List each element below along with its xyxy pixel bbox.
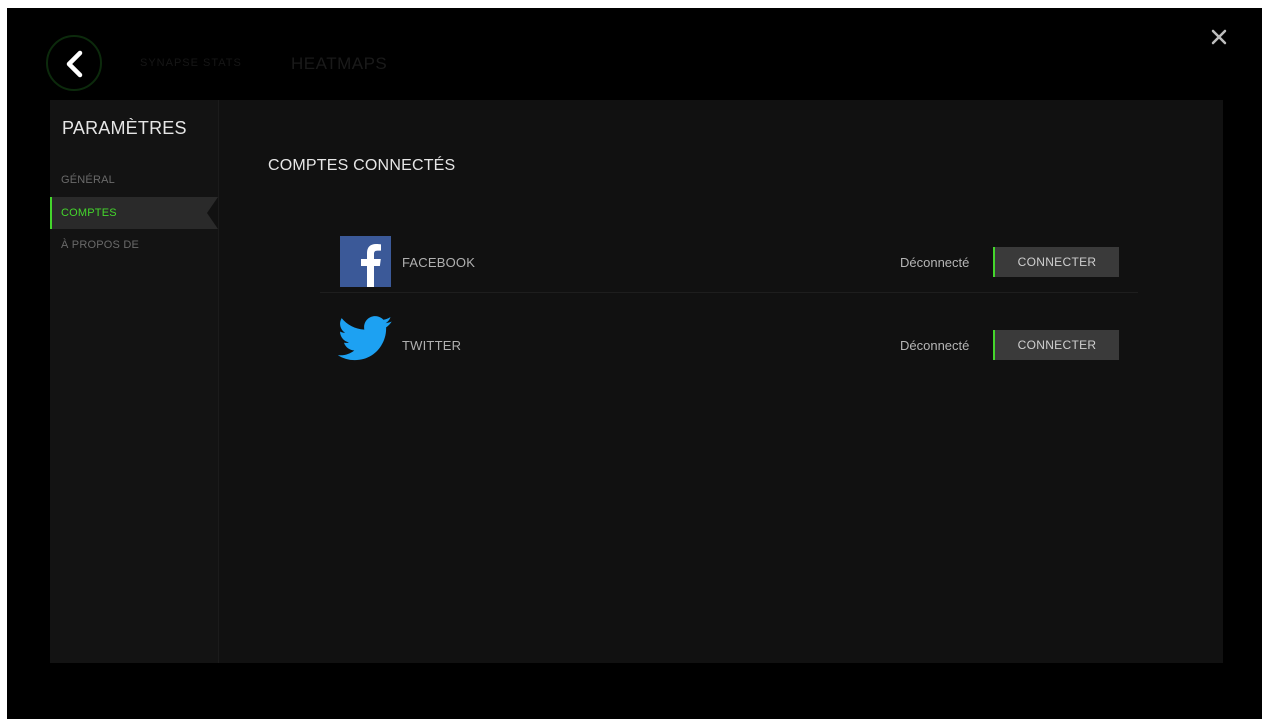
close-button[interactable] — [1207, 25, 1231, 49]
breadcrumb[interactable]: SYNAPSE STATS — [140, 57, 242, 69]
facebook-icon — [340, 236, 391, 287]
settings-sidebar: PARAMÈTRES GÉNÉRAL COMPTES À PROPOS DE — [50, 100, 219, 663]
close-icon — [1211, 29, 1227, 45]
connection-status: Déconnecté — [900, 338, 970, 353]
section-title: COMPTES CONNECTÉS — [268, 157, 456, 174]
account-name: TWITTER — [402, 338, 462, 353]
facebook-connect-button[interactable]: CONNECTER — [993, 247, 1119, 277]
connection-status: Déconnecté — [900, 255, 970, 270]
sidebar-item-about[interactable]: À PROPOS DE — [50, 229, 218, 261]
twitter-icon — [338, 316, 393, 361]
account-name: FACEBOOK — [402, 255, 476, 270]
back-button[interactable] — [46, 35, 102, 91]
account-row-facebook: FACEBOOK Déconnecté CONNECTER — [320, 210, 1138, 293]
twitter-connect-button[interactable]: CONNECTER — [993, 330, 1119, 360]
page-title: HEATMAPS — [291, 54, 388, 73]
account-row-twitter: TWITTER Déconnecté CONNECTER — [320, 293, 1138, 375]
sidebar-title: PARAMÈTRES — [62, 118, 187, 138]
app-window: SYNAPSE STATS HEATMAPS PARAMÈTRES GÉNÉRA… — [7, 8, 1262, 719]
settings-panel: PARAMÈTRES GÉNÉRAL COMPTES À PROPOS DE C… — [50, 100, 1223, 663]
chevron-left-icon — [66, 50, 83, 78]
sidebar-item-accounts[interactable]: COMPTES — [50, 197, 218, 229]
sidebar-item-general[interactable]: GÉNÉRAL — [50, 164, 218, 196]
